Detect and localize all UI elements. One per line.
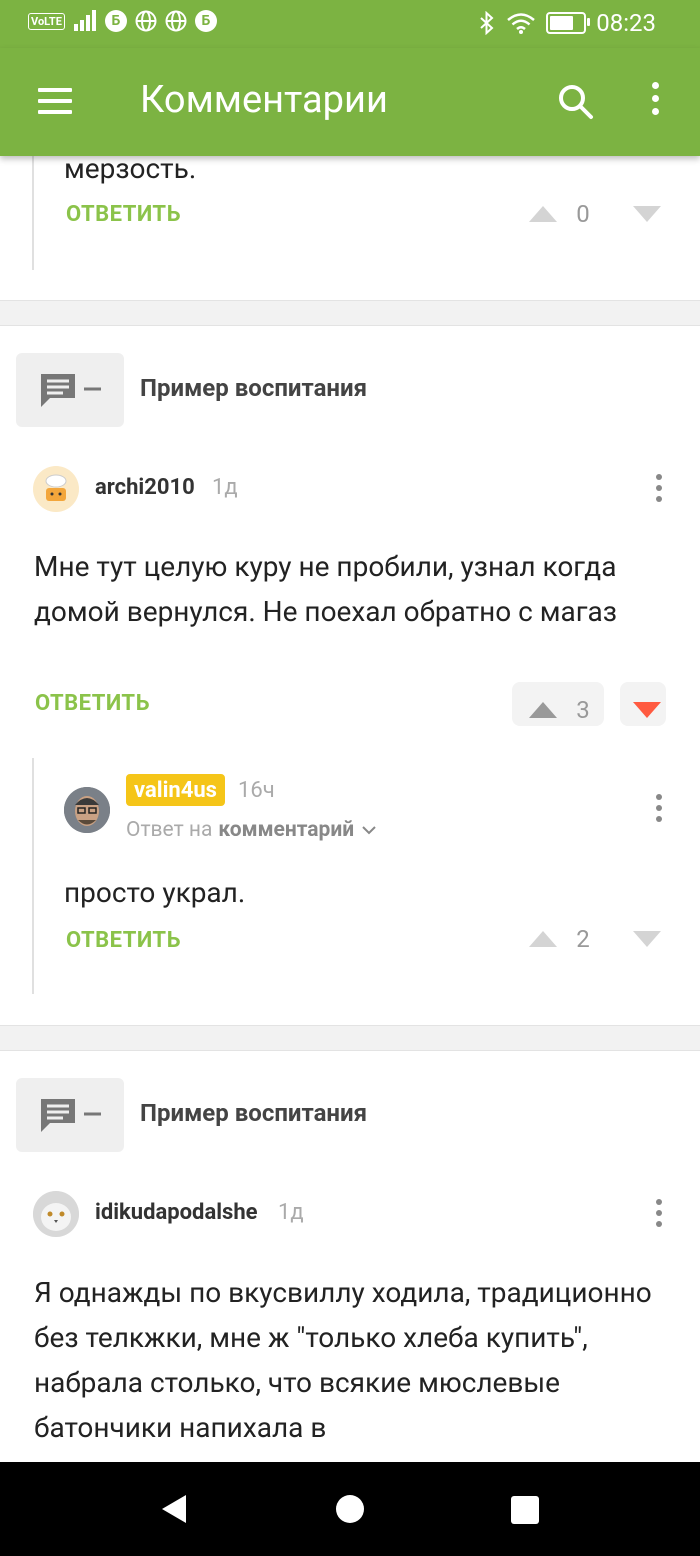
thread-line (32, 156, 34, 270)
vote-count: 3 (576, 696, 590, 724)
post-link-icon[interactable] (16, 353, 124, 427)
vote-controls: 2 (529, 925, 661, 953)
comment-time: 1д (278, 1200, 304, 1225)
battery-icon (546, 12, 591, 34)
reply-to-link[interactable]: Ответ на комментарий (126, 818, 378, 842)
comment-menu-icon[interactable] (649, 1199, 669, 1233)
downvote-icon[interactable] (633, 702, 661, 718)
vote-controls: 3 (529, 696, 661, 724)
avatar[interactable] (64, 787, 110, 833)
system-nav-bar (0, 1462, 700, 1556)
upvote-icon[interactable] (529, 206, 557, 222)
comment-text: Я однажды по вкусвиллу ходила, традицион… (34, 1276, 652, 1444)
globe-icon (135, 10, 157, 32)
reply-button[interactable]: ОТВЕТИТЬ (35, 691, 150, 716)
reply-button[interactable]: ОТВЕТИТЬ (66, 928, 181, 953)
bluetooth-icon (480, 11, 494, 35)
back-icon[interactable] (158, 1493, 190, 1525)
vote-count: 0 (576, 200, 590, 228)
status-bar: VoLTE Б Б 08:23 (0, 0, 700, 48)
comment-icon (41, 374, 101, 407)
section-divider (0, 1025, 700, 1051)
upvote-icon[interactable] (529, 702, 557, 718)
downvote-icon[interactable] (633, 931, 661, 947)
comment-time: 1д (212, 475, 238, 500)
post-title[interactable]: Пример воспитания (140, 1099, 367, 1127)
upvote-icon[interactable] (529, 931, 557, 947)
post-title[interactable]: Пример воспитания (140, 374, 367, 402)
comment-menu-icon[interactable] (649, 794, 669, 828)
section-divider (0, 300, 700, 326)
avatar[interactable] (33, 466, 79, 512)
notification-b-icon: Б (104, 10, 127, 32)
notification-b-icon: Б (194, 10, 217, 32)
reply-to-prefix: Ответ на (126, 818, 213, 842)
post-link-icon[interactable] (16, 1078, 124, 1152)
signal-icon (73, 10, 96, 31)
clock: 08:23 (596, 9, 656, 37)
comment-icon (41, 1099, 101, 1132)
home-icon[interactable] (336, 1495, 364, 1523)
page-title: Комментарии (140, 78, 388, 122)
thread-line (32, 758, 34, 994)
vote-controls: 0 (529, 200, 661, 228)
more-vertical-icon[interactable] (640, 82, 670, 122)
avatar[interactable] (33, 1191, 79, 1237)
username[interactable]: idikudapodalshe (95, 1200, 258, 1225)
wifi-icon (507, 13, 536, 34)
reply-to-target[interactable]: комментарий (218, 818, 354, 842)
recents-icon[interactable] (511, 1496, 539, 1524)
username[interactable]: valin4us (134, 778, 217, 803)
menu-icon[interactable] (38, 88, 72, 114)
globe-icon (165, 10, 187, 32)
comment-text: Мне тут целую куру не пробили, узнал ког… (34, 550, 617, 628)
username[interactable]: archi2010 (95, 475, 195, 500)
comment-text: просто украл. (64, 876, 246, 909)
comment-time: 16ч (238, 778, 275, 803)
search-icon[interactable] (558, 84, 594, 120)
chevron-down-icon[interactable] (360, 824, 378, 836)
vote-count: 2 (576, 925, 590, 953)
comment-menu-icon[interactable] (649, 474, 669, 508)
downvote-icon[interactable] (633, 206, 661, 222)
volte-indicator: VoLTE (28, 12, 65, 30)
reply-button[interactable]: ОТВЕТИТЬ (66, 202, 181, 227)
app-toolbar: Комментарии (0, 48, 700, 156)
author-badge[interactable]: valin4us (126, 774, 225, 806)
